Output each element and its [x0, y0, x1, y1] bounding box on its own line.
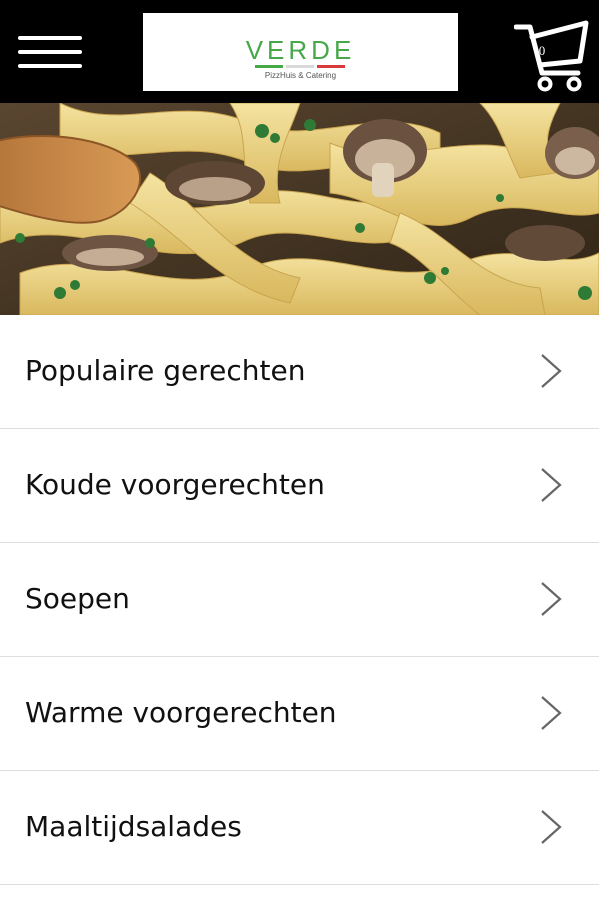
category-label: Warme voorgerechten — [25, 696, 337, 729]
logo-wordmark: VERDE — [245, 35, 356, 65]
chevron-right-icon — [541, 582, 562, 616]
cart-count-badge: 0 — [538, 43, 546, 58]
top-bar: VERDE PizzHuis & Catering 0 — [0, 0, 599, 103]
category-item-koude-voorgerechten[interactable]: Koude voorgerechten — [0, 429, 599, 543]
category-item-soepen[interactable]: Soepen — [0, 543, 599, 657]
logo-tagline: PizzHuis & Catering — [264, 71, 337, 80]
category-item-warme-voorgerechten[interactable]: Warme voorgerechten — [0, 657, 599, 771]
category-label: Populaire gerechten — [25, 354, 306, 387]
category-label: Soepen — [25, 582, 130, 615]
chevron-right-icon — [541, 468, 562, 502]
brand-logo[interactable]: VERDE PizzHuis & Catering — [143, 13, 458, 91]
shopping-cart-icon[interactable]: 0 — [514, 15, 594, 93]
logo-flag-stripes — [255, 65, 345, 68]
hero-food-image — [0, 103, 599, 315]
hamburger-menu-icon[interactable] — [18, 30, 84, 74]
chevron-right-icon — [541, 696, 562, 730]
category-item-maaltijdsalades[interactable]: Maaltijdsalades — [0, 771, 599, 885]
category-list: Populaire gerechten Koude voorgerechten … — [0, 315, 599, 885]
app-screen: VERDE PizzHuis & Catering 0 Populaire ge… — [0, 0, 599, 900]
category-label: Koude voorgerechten — [25, 468, 325, 501]
category-label: Maaltijdsalades — [25, 810, 242, 843]
category-item-populaire-gerechten[interactable]: Populaire gerechten — [0, 315, 599, 429]
chevron-right-icon — [541, 810, 562, 844]
chevron-right-icon — [541, 354, 562, 388]
